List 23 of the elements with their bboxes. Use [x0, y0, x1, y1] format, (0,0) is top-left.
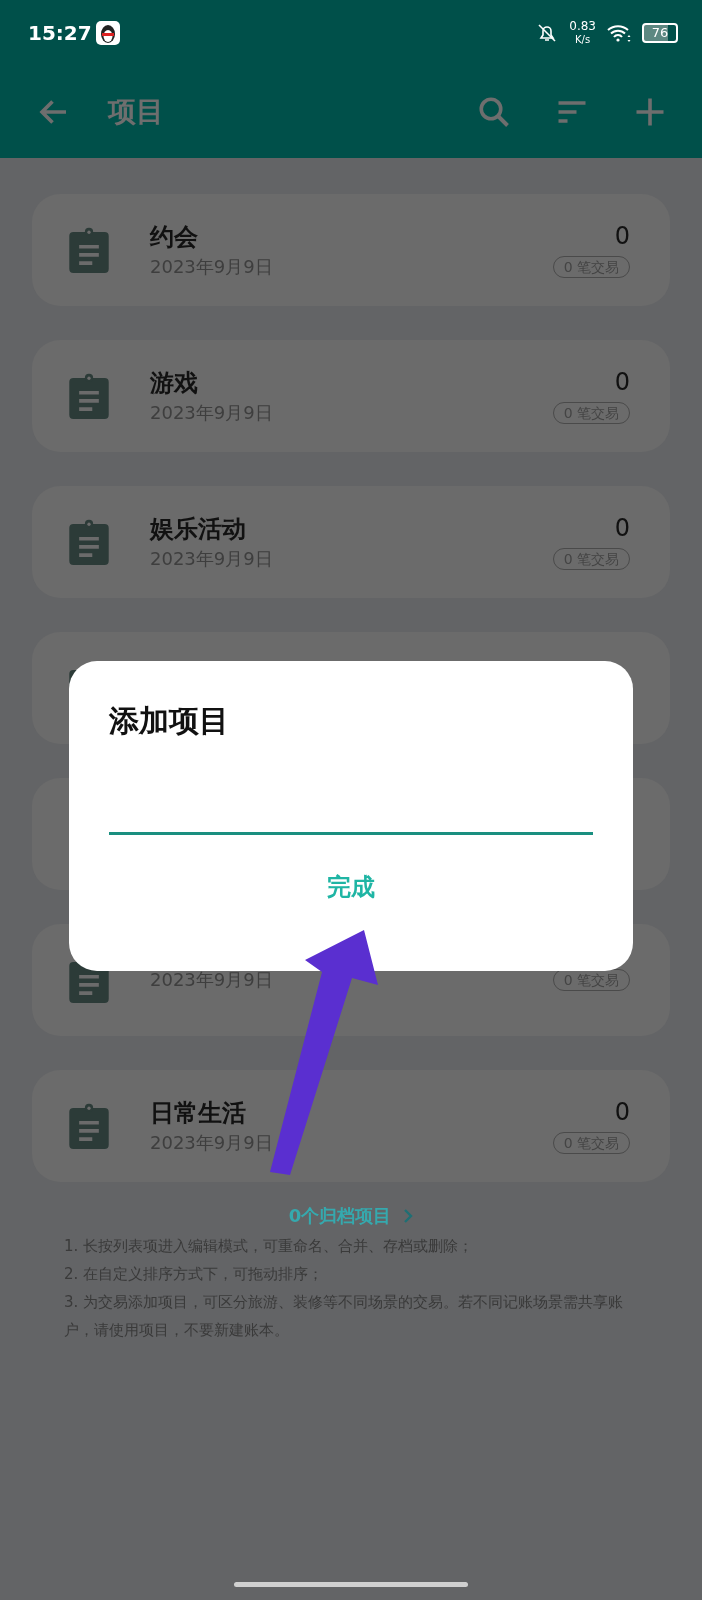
clipboard-icon: [68, 519, 110, 565]
dialog-title: 添加项目: [109, 702, 230, 740]
clipboard-icon: [68, 227, 110, 273]
network-unit: K/s: [575, 33, 591, 46]
project-name: 约会: [150, 222, 199, 253]
project-name: 日常生活: [150, 1098, 247, 1129]
archived-projects-link[interactable]: 0个归档项目: [288, 1204, 392, 1228]
project-amount: 0: [614, 1098, 630, 1126]
toolbar-title: 项目: [108, 94, 164, 130]
project-name: 游戏: [150, 368, 199, 399]
battery-indicator: 76: [642, 23, 678, 43]
network-speed: 0.83: [569, 20, 596, 33]
project-amount: 0: [614, 368, 630, 396]
done-button[interactable]: 完成: [317, 865, 385, 909]
status-time: 15:27: [28, 21, 92, 45]
app-notification-icon: [95, 21, 120, 45]
clipboard-icon: [68, 1103, 110, 1149]
clipboard-icon: [68, 373, 110, 419]
chevron-right-icon[interactable]: [403, 1208, 414, 1224]
wifi-icon: [606, 23, 632, 43]
project-amount: 0: [614, 514, 630, 542]
project-amount: 0: [614, 222, 630, 250]
project-name: 娱乐活动: [150, 514, 247, 545]
